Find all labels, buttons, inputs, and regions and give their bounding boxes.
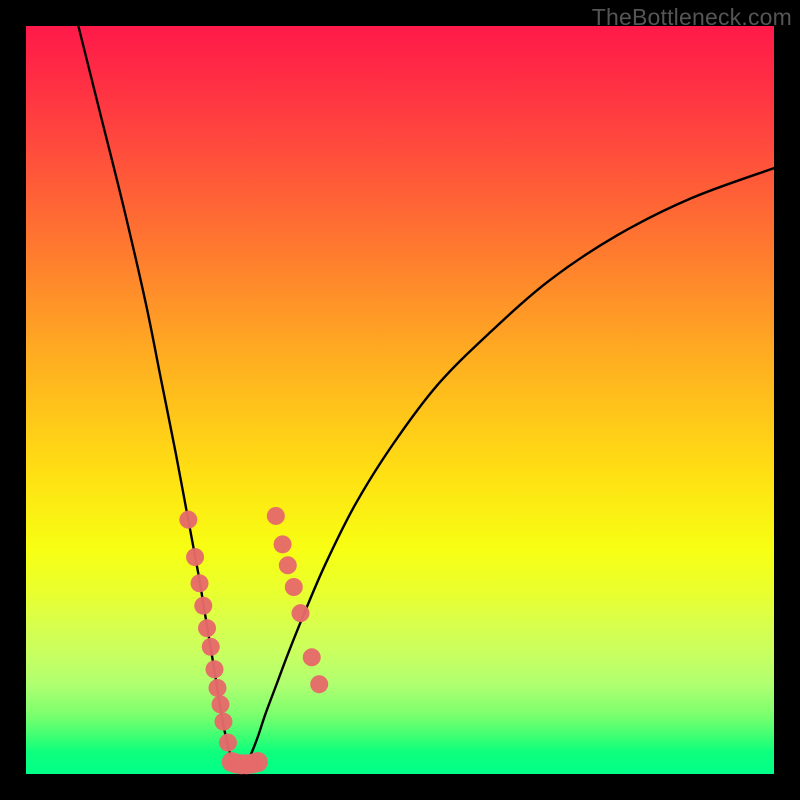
marker-dot <box>202 638 220 656</box>
markers-right <box>267 507 328 693</box>
marker-dot <box>179 511 197 529</box>
marker-dot <box>205 660 223 678</box>
marker-dot <box>274 535 292 553</box>
watermark-text: TheBottleneck.com <box>592 4 792 31</box>
chart-svg <box>26 26 774 774</box>
marker-dot <box>211 695 229 713</box>
marker-dot <box>303 648 321 666</box>
marker-dot <box>191 574 209 592</box>
marker-dot <box>186 548 204 566</box>
marker-dot <box>214 713 232 731</box>
marker-dot <box>310 675 328 693</box>
markers-left <box>179 511 237 752</box>
markers-bottom <box>222 752 268 774</box>
marker-dot <box>208 679 226 697</box>
marker-dot <box>248 752 268 772</box>
marker-dot <box>219 734 237 752</box>
chart-frame: TheBottleneck.com <box>0 0 800 800</box>
marker-dot <box>285 578 303 596</box>
marker-dot <box>267 507 285 525</box>
marker-dot <box>279 556 297 574</box>
marker-dot <box>194 597 212 615</box>
marker-dot <box>292 604 310 622</box>
marker-dot <box>198 619 216 637</box>
